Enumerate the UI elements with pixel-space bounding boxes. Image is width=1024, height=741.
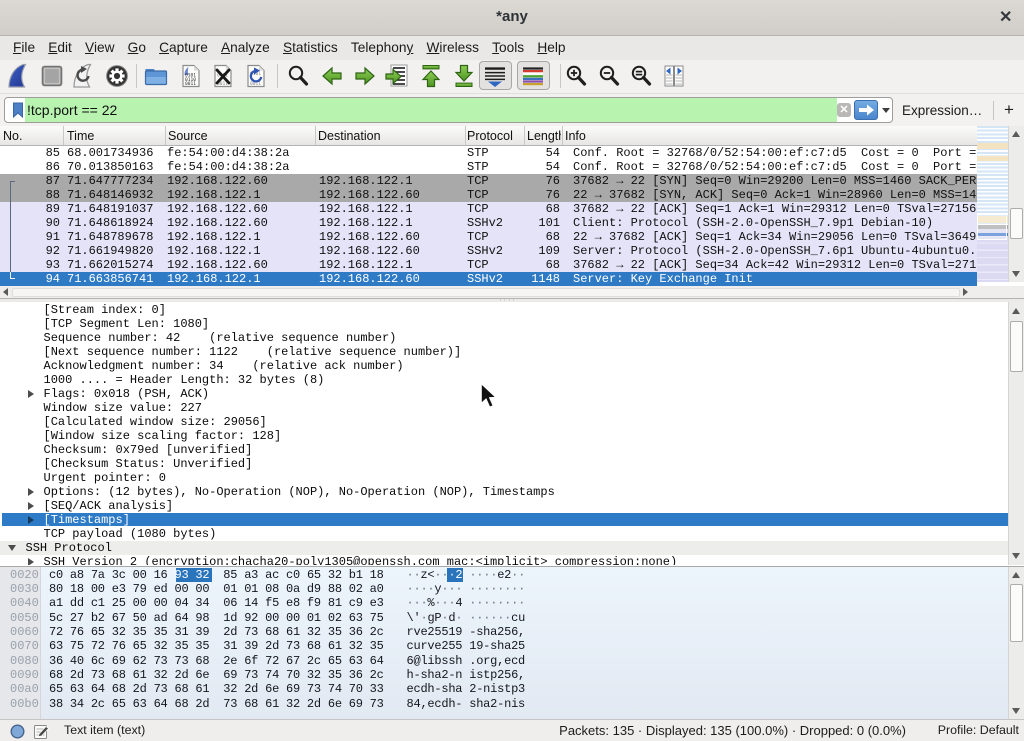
svg-text:0011: 0011 (185, 81, 196, 87)
